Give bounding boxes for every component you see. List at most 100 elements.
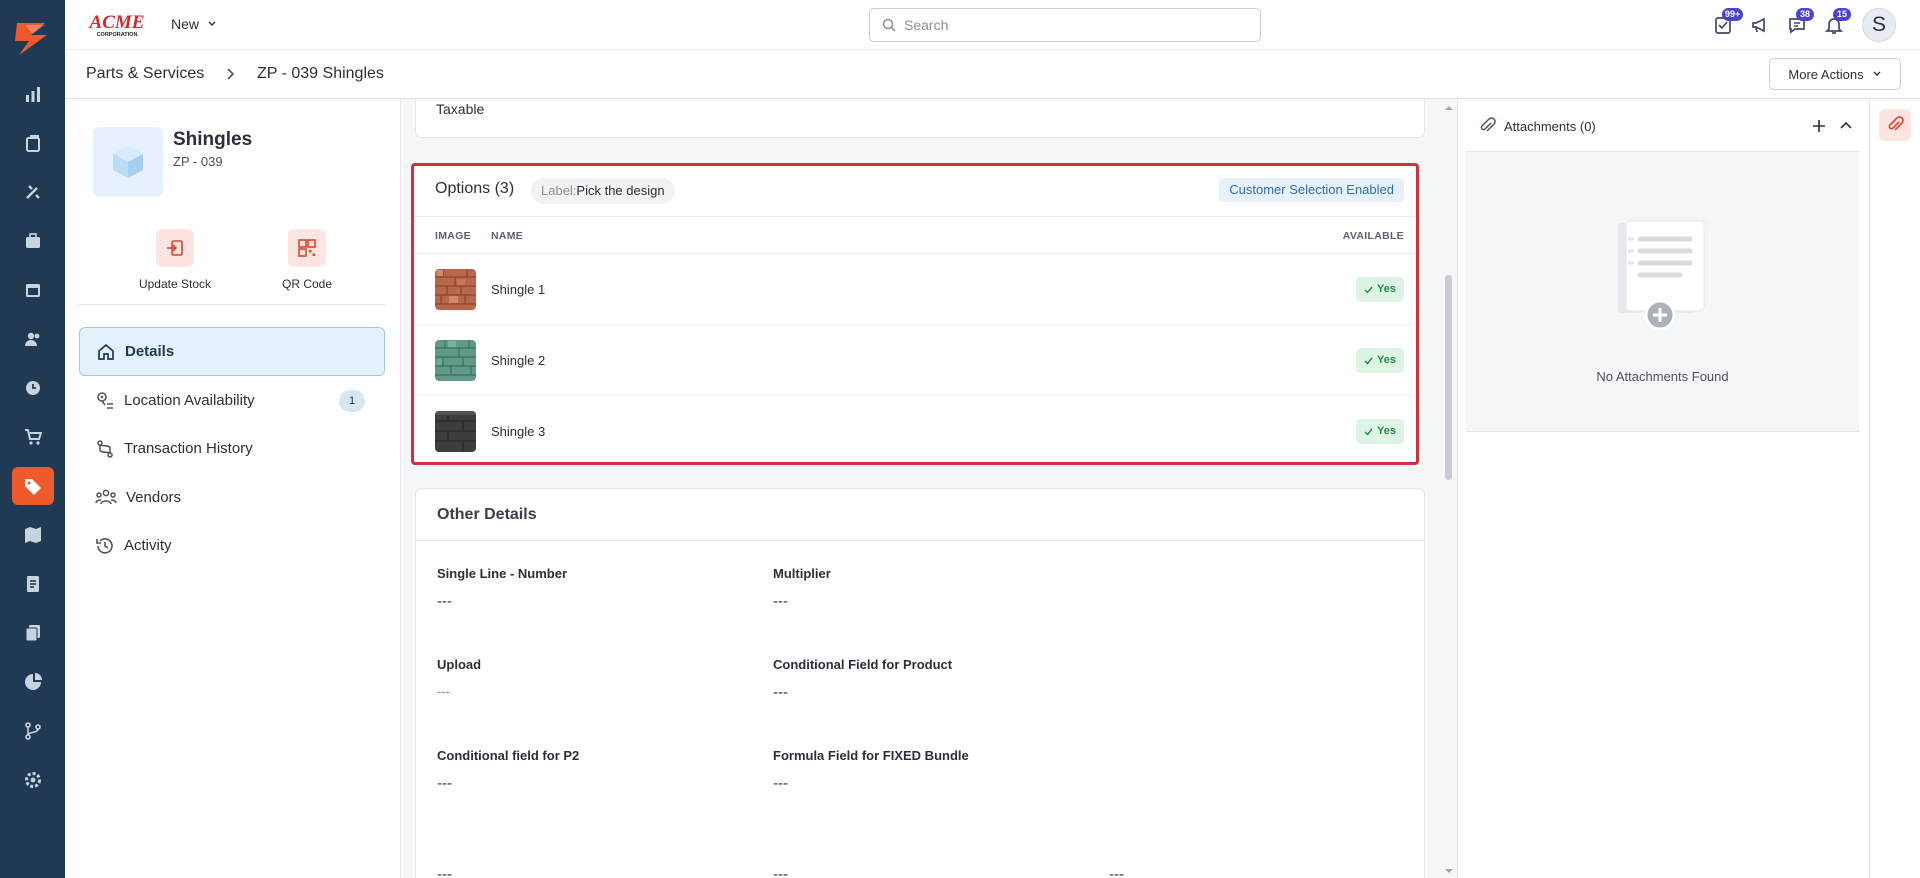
nav-reports-icon[interactable] xyxy=(12,663,54,701)
notifications-badge: 15 xyxy=(1833,8,1851,21)
nav-briefcase-icon[interactable] xyxy=(12,222,54,260)
top-bar: ACMECORPORATION New 99+ 38 15 S xyxy=(65,0,1920,50)
menu-item-vendors[interactable]: Vendors xyxy=(79,473,385,522)
menu-item-activity[interactable]: Activity xyxy=(79,521,385,570)
nav-clock-icon[interactable] xyxy=(12,369,54,407)
brand-logo[interactable]: ACME CORPORATION xyxy=(85,10,149,38)
tasks-icon[interactable]: 99+ xyxy=(1710,8,1744,38)
left-nav xyxy=(0,0,65,878)
options-table-header: IMAGE NAME AVAILABLE xyxy=(414,217,1416,254)
nav-settings-icon[interactable] xyxy=(12,761,54,799)
nav-dashboard-icon[interactable] xyxy=(12,75,54,113)
right-strip xyxy=(1869,99,1920,878)
field-value: --- xyxy=(773,775,788,792)
nav-documents-icon[interactable] xyxy=(12,614,54,652)
field-label: Upload xyxy=(437,657,482,672)
available-badge: Yes xyxy=(1356,348,1404,373)
available-text: Yes xyxy=(1377,283,1396,295)
options-title: Options (3) xyxy=(435,180,515,197)
empty-documents-icon xyxy=(1618,217,1708,331)
field-trailing-1: --- xyxy=(437,866,452,878)
scroll-up-icon[interactable] xyxy=(1441,103,1457,113)
bell-icon[interactable]: 15 xyxy=(1821,8,1851,38)
table-row[interactable]: Shingle 1 Yes xyxy=(414,254,1416,325)
app-logo-icon[interactable] xyxy=(11,17,53,59)
field-upload: Upload --- xyxy=(437,657,481,699)
brand-sub: CORPORATION xyxy=(97,32,138,38)
field-trailing-3: --- xyxy=(1109,866,1124,878)
nav-tools-icon[interactable] xyxy=(12,173,54,211)
nav-calendar-icon[interactable] xyxy=(12,271,54,309)
tax-card: Taxable xyxy=(415,99,1425,138)
nav-workflow-icon[interactable] xyxy=(12,712,54,750)
vendors-icon xyxy=(95,489,117,504)
menu-item-label: Location Availability xyxy=(124,392,255,409)
no-attachments-text: No Attachments Found xyxy=(1596,369,1729,384)
new-label: New xyxy=(171,16,200,32)
cube-icon xyxy=(113,146,143,178)
option-name: Shingle 3 xyxy=(491,424,546,439)
search-input[interactable] xyxy=(904,17,1244,33)
field-conditional-product: Conditional Field for Product --- xyxy=(773,657,952,701)
nav-invoice-icon[interactable] xyxy=(12,565,54,603)
nav-jobs-icon[interactable] xyxy=(12,124,54,162)
menu-item-label: Details xyxy=(125,343,175,360)
nav-users-icon[interactable] xyxy=(12,320,54,358)
new-button[interactable]: New xyxy=(171,16,217,32)
avatar[interactable]: S xyxy=(1862,8,1896,42)
update-stock-button[interactable]: Update Stock xyxy=(120,229,230,291)
field-value: --- xyxy=(437,593,452,610)
option-name: Shingle 1 xyxy=(491,282,546,297)
menu-item-location-availability[interactable]: Location Availability 1 xyxy=(79,376,385,425)
table-row[interactable]: Shingle 2 Yes xyxy=(414,325,1416,396)
tasks-badge: 99+ xyxy=(1722,8,1744,21)
product-code: ZP - 039 xyxy=(173,154,223,169)
label-value: Pick the design xyxy=(576,183,665,198)
home-icon xyxy=(98,343,114,360)
add-attachment-icon[interactable] xyxy=(1811,118,1827,134)
location-pin-icon xyxy=(97,391,113,409)
main-scrollbar[interactable] xyxy=(1441,99,1457,878)
search-box[interactable] xyxy=(869,8,1261,42)
detail-panel: Shingles ZP - 039 Update Stock QR Code D… xyxy=(65,99,401,878)
nav-tag-icon[interactable] xyxy=(12,467,54,505)
available-badge: Yes xyxy=(1356,419,1404,444)
menu-item-label: Vendors xyxy=(126,489,182,506)
options-header: Options (3) Label:Pick the design Custom… xyxy=(414,166,1416,217)
breadcrumb-current: ZP - 039 Shingles xyxy=(257,65,384,82)
shingle-image xyxy=(435,340,476,381)
attachments-toggle[interactable] xyxy=(1879,109,1911,141)
qr-code-button[interactable]: QR Code xyxy=(252,229,362,291)
divider xyxy=(416,540,1424,541)
scroll-down-icon[interactable] xyxy=(1441,866,1457,876)
chat-icon[interactable]: 38 xyxy=(1784,8,1814,38)
field-value: --- xyxy=(773,866,788,878)
check-icon xyxy=(1364,357,1373,365)
qr-code-icon xyxy=(298,239,316,257)
shingle-image xyxy=(435,411,476,452)
menu-item-details[interactable]: Details xyxy=(79,327,385,376)
megaphone-icon[interactable] xyxy=(1747,12,1773,38)
table-row[interactable]: Shingle 3 Yes xyxy=(414,396,1416,467)
available-badge: Yes xyxy=(1356,277,1404,302)
other-details-card: Other Details Single Line - Number --- M… xyxy=(415,488,1425,878)
field-label: Conditional field for P2 xyxy=(437,748,580,763)
nav-cart-icon[interactable] xyxy=(12,418,54,456)
divider xyxy=(78,304,386,305)
nav-map-icon[interactable] xyxy=(12,516,54,554)
brand-name: ACME xyxy=(89,12,145,33)
field-label: Single Line - Number xyxy=(437,566,568,581)
right-panel: Attachments (0) No Attachments Found xyxy=(1457,99,1869,878)
more-actions-button[interactable]: More Actions xyxy=(1769,58,1901,90)
avatar-initial: S xyxy=(1871,13,1886,36)
search-icon xyxy=(882,18,896,32)
menu-item-transaction-history[interactable]: Transaction History xyxy=(79,424,385,473)
attachments-card: Attachments (0) No Attachments Found xyxy=(1466,99,1859,432)
scrollbar-thumb[interactable] xyxy=(1445,275,1452,480)
product-thumbnail xyxy=(93,127,163,197)
column-name: NAME xyxy=(491,230,524,242)
attachments-header: Attachments (0) xyxy=(1466,99,1859,152)
chevron-up-icon[interactable] xyxy=(1838,118,1854,134)
paperclip-icon xyxy=(1480,117,1496,132)
breadcrumb-parts-services[interactable]: Parts & Services xyxy=(86,65,204,83)
